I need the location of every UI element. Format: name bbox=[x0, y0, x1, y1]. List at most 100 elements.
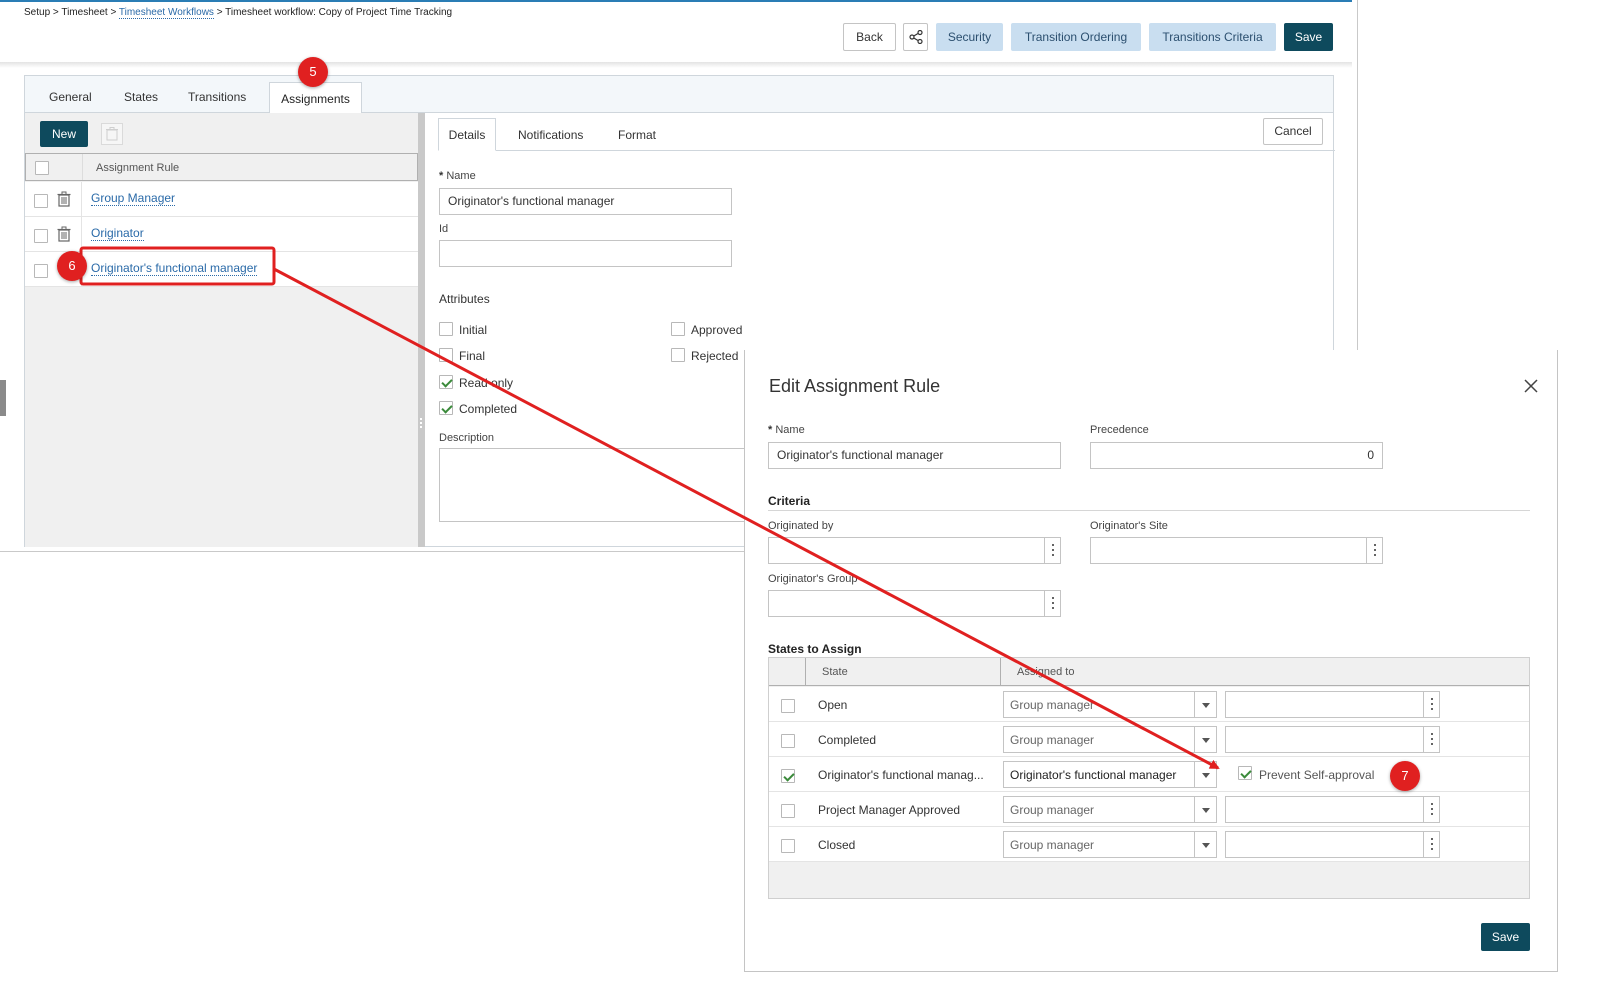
tab-assignments[interactable]: Assignments bbox=[269, 82, 362, 114]
chevron-down-icon bbox=[1194, 797, 1216, 822]
col-assignment-rule: Assignment Rule bbox=[96, 162, 180, 174]
assigned-to-select[interactable]: Group manager bbox=[1003, 691, 1217, 718]
assignee-lookup-input[interactable] bbox=[1225, 831, 1440, 858]
rule-name-input[interactable]: Originator's functional manager bbox=[768, 442, 1061, 469]
assignee-lookup-input[interactable] bbox=[1225, 691, 1440, 718]
originators-group-input[interactable] bbox=[768, 590, 1061, 617]
initial-checkbox[interactable] bbox=[439, 322, 453, 336]
col-assigned-to: Assigned to bbox=[1017, 666, 1075, 678]
originated-by-label: Originated by bbox=[768, 520, 834, 532]
save-button[interactable]: Save bbox=[1284, 23, 1333, 51]
transition-ordering-button[interactable]: Transition Ordering bbox=[1011, 23, 1141, 51]
completed-label: Completed bbox=[459, 402, 518, 416]
assigned-to-select[interactable]: Group manager bbox=[1003, 726, 1217, 753]
originators-site-input[interactable] bbox=[1090, 537, 1383, 564]
id-label: Id bbox=[439, 223, 449, 235]
completed-checkbox[interactable] bbox=[439, 401, 453, 415]
more-options-icon[interactable] bbox=[1044, 591, 1060, 616]
row-checkbox[interactable] bbox=[34, 194, 48, 208]
row-divider bbox=[81, 182, 82, 216]
read-only-checkbox[interactable] bbox=[439, 375, 453, 389]
security-button[interactable]: Security bbox=[936, 23, 1003, 51]
final-label: Final bbox=[459, 349, 486, 363]
dialog-title: Edit Assignment Rule bbox=[769, 376, 941, 396]
prevent-self-approval-label: Prevent Self-approval bbox=[1259, 768, 1375, 782]
more-options-icon[interactable] bbox=[1044, 538, 1060, 563]
row-checkbox[interactable] bbox=[34, 229, 48, 243]
new-button[interactable]: New bbox=[40, 121, 88, 147]
state-row: Open Group manager bbox=[769, 687, 1529, 722]
trash-icon[interactable] bbox=[57, 226, 71, 242]
rule-link-originators-functional-manager[interactable]: Originator's functional manager bbox=[91, 261, 258, 276]
more-options-icon[interactable] bbox=[1423, 727, 1439, 752]
tab-states[interactable]: States bbox=[124, 90, 158, 104]
tab-format[interactable]: Format bbox=[618, 128, 656, 142]
state-row: Completed Group manager bbox=[769, 722, 1529, 757]
more-options-icon[interactable] bbox=[1366, 538, 1382, 563]
originated-by-input[interactable] bbox=[768, 537, 1061, 564]
callout-badge-6: 6 bbox=[57, 251, 87, 281]
assignment-rules-pane: New Assignment Rule Group Manager Origin… bbox=[25, 113, 418, 547]
state-checkbox[interactable] bbox=[781, 769, 795, 783]
tab-details[interactable]: Details bbox=[438, 118, 496, 151]
rule-link-group-manager[interactable]: Group Manager bbox=[91, 191, 176, 206]
assignee-lookup-input[interactable] bbox=[1225, 796, 1440, 823]
tab-notifications[interactable]: Notifications bbox=[518, 128, 583, 142]
state-name: Closed bbox=[818, 838, 856, 852]
row-checkbox[interactable] bbox=[34, 264, 48, 278]
rule-link-originator[interactable]: Originator bbox=[91, 226, 144, 241]
approved-checkbox[interactable] bbox=[671, 322, 685, 336]
chevron-down-icon bbox=[1194, 762, 1216, 787]
state-checkbox[interactable] bbox=[781, 734, 795, 748]
header-divider-line bbox=[1000, 658, 1001, 685]
select-all-checkbox[interactable] bbox=[35, 161, 49, 175]
chevron-down-icon bbox=[1194, 692, 1216, 717]
rejected-checkbox[interactable] bbox=[671, 348, 685, 362]
states-to-assign-heading: States to Assign bbox=[768, 642, 862, 656]
delete-button[interactable] bbox=[101, 123, 123, 145]
cancel-button[interactable]: Cancel bbox=[1263, 118, 1323, 145]
state-name: Originator's functional manag... bbox=[818, 768, 984, 782]
pane-splitter[interactable] bbox=[418, 113, 425, 547]
dialog-save-button[interactable]: Save bbox=[1481, 923, 1530, 951]
tab-transitions[interactable]: Transitions bbox=[188, 90, 246, 104]
state-checkbox[interactable] bbox=[781, 804, 795, 818]
state-name: Open bbox=[818, 698, 848, 712]
name-input[interactable]: Originator's functional manager bbox=[439, 188, 732, 215]
approved-label: Approved bbox=[691, 323, 743, 337]
close-icon[interactable] bbox=[1523, 378, 1539, 394]
back-button[interactable]: Back bbox=[843, 23, 896, 51]
precedence-input[interactable]: 0 bbox=[1090, 442, 1383, 469]
assignee-lookup-input[interactable] bbox=[1225, 726, 1440, 753]
prevent-self-approval-checkbox[interactable] bbox=[1238, 766, 1252, 780]
criteria-divider bbox=[768, 510, 1530, 511]
state-checkbox[interactable] bbox=[781, 839, 795, 853]
id-input[interactable] bbox=[439, 240, 732, 267]
transitions-criteria-button[interactable]: Transitions Criteria bbox=[1149, 23, 1276, 51]
trash-icon[interactable] bbox=[57, 191, 71, 207]
col-state: State bbox=[822, 666, 848, 678]
precedence-label: Precedence bbox=[1090, 424, 1149, 436]
attributes-label: Attributes bbox=[439, 292, 490, 306]
share-button[interactable] bbox=[903, 23, 928, 51]
state-checkbox[interactable] bbox=[781, 699, 795, 713]
final-checkbox[interactable] bbox=[439, 348, 453, 362]
tab-general[interactable]: General bbox=[49, 90, 92, 104]
more-options-icon[interactable] bbox=[1423, 797, 1439, 822]
sidebar-collapse-handle[interactable] bbox=[0, 380, 6, 416]
breadcrumb-link-timesheet-workflows[interactable]: Timesheet Workflows bbox=[118, 7, 214, 19]
description-input[interactable] bbox=[439, 448, 749, 522]
assigned-to-select[interactable]: Group manager bbox=[1003, 796, 1217, 823]
more-options-icon[interactable] bbox=[1423, 832, 1439, 857]
name-label: * Name bbox=[768, 424, 805, 436]
detail-tabs: Details Notifications Format bbox=[438, 118, 1335, 151]
row-divider bbox=[81, 217, 82, 251]
header-divider bbox=[0, 62, 1352, 68]
more-options-icon[interactable] bbox=[1423, 692, 1439, 717]
main-tabs: General States Transitions bbox=[25, 76, 1333, 113]
initial-label: Initial bbox=[459, 323, 488, 337]
state-row: Project Manager Approved Group manager bbox=[769, 792, 1529, 827]
assigned-to-select[interactable]: Group manager bbox=[1003, 831, 1217, 858]
assigned-to-select[interactable]: Originator's functional manager bbox=[1003, 761, 1217, 788]
rejected-label: Rejected bbox=[691, 349, 739, 363]
